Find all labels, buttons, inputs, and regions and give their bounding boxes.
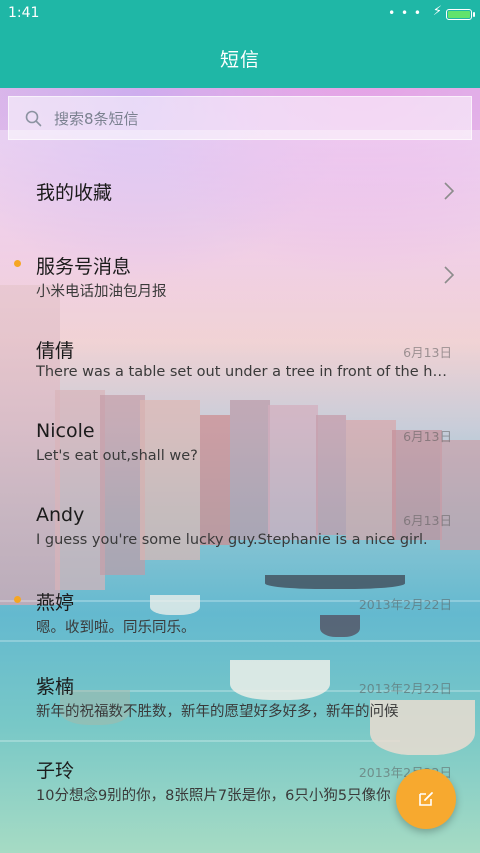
- search-input[interactable]: 搜索8条短信: [8, 96, 472, 140]
- item-date: 6月13日: [403, 345, 452, 360]
- item-name: Nicole: [36, 420, 95, 442]
- item-date: 2013年2月22日: [358, 681, 452, 696]
- list-item-conversation[interactable]: 燕婷 2013年2月22日 嗯。收到啦。同乐同乐。: [0, 568, 480, 652]
- unread-dot: [14, 596, 21, 603]
- app-title-bar: 短信: [0, 28, 480, 88]
- item-name: 我的收藏: [36, 182, 113, 204]
- item-preview: 新年的祝福数不胜数，新年的愿望好多好多，新年的问候: [36, 704, 399, 720]
- battery-icon: [446, 9, 475, 20]
- item-name: 服务号消息: [36, 256, 132, 278]
- item-preview: There was a table set out under a tree i…: [36, 364, 450, 380]
- conversation-list: 我的收藏 服务号消息 小米电话加油包月报 倩倩 6月13日 There was …: [0, 148, 480, 820]
- item-name: 燕婷: [36, 592, 75, 614]
- chevron-right-icon: [444, 182, 454, 200]
- list-item-favorites[interactable]: 我的收藏: [0, 148, 480, 232]
- item-date: 6月13日: [403, 429, 452, 444]
- item-name: 紫楠: [36, 676, 75, 698]
- list-item-service-messages[interactable]: 服务号消息 小米电话加油包月报: [0, 232, 480, 316]
- item-preview: 小米电话加油包月报: [36, 284, 167, 300]
- item-preview: 10分想念9别的你，8张照片7张是你，6只小狗5只像你: [36, 788, 391, 804]
- item-name: 倩倩: [36, 340, 75, 362]
- unread-dot: [14, 260, 21, 267]
- list-item-conversation[interactable]: Andy 6月13日 I guess you're some lucky guy…: [0, 484, 480, 568]
- list-item-conversation[interactable]: Nicole 6月13日 Let's eat out,shall we?: [0, 400, 480, 484]
- compose-icon: [419, 792, 433, 806]
- status-time: 1:41: [8, 5, 40, 21]
- item-preview: 嗯。收到啦。同乐同乐。: [36, 620, 196, 636]
- status-bar: 1:41 • • • ⚡: [0, 0, 480, 28]
- item-preview: I guess you're some lucky guy.Stephanie …: [36, 532, 428, 548]
- search-icon: [25, 110, 42, 126]
- item-date: 2013年2月22日: [358, 597, 452, 612]
- page-title: 短信: [219, 48, 260, 71]
- list-item-conversation[interactable]: 倩倩 6月13日 There was a table set out under…: [0, 316, 480, 400]
- search-placeholder: 搜索8条短信: [54, 109, 139, 128]
- signal-dots-icon: • • •: [388, 6, 422, 20]
- item-date: 6月13日: [403, 513, 452, 528]
- list-item-conversation[interactable]: 紫楠 2013年2月22日 新年的祝福数不胜数，新年的愿望好多好多，新年的问候: [0, 652, 480, 736]
- item-name: Andy: [36, 504, 85, 526]
- chevron-right-icon: [444, 266, 454, 284]
- item-name: 子玲: [36, 760, 75, 782]
- charging-bolt-icon: ⚡: [432, 4, 442, 19]
- compose-button[interactable]: [396, 769, 456, 829]
- item-preview: Let's eat out,shall we?: [36, 448, 198, 464]
